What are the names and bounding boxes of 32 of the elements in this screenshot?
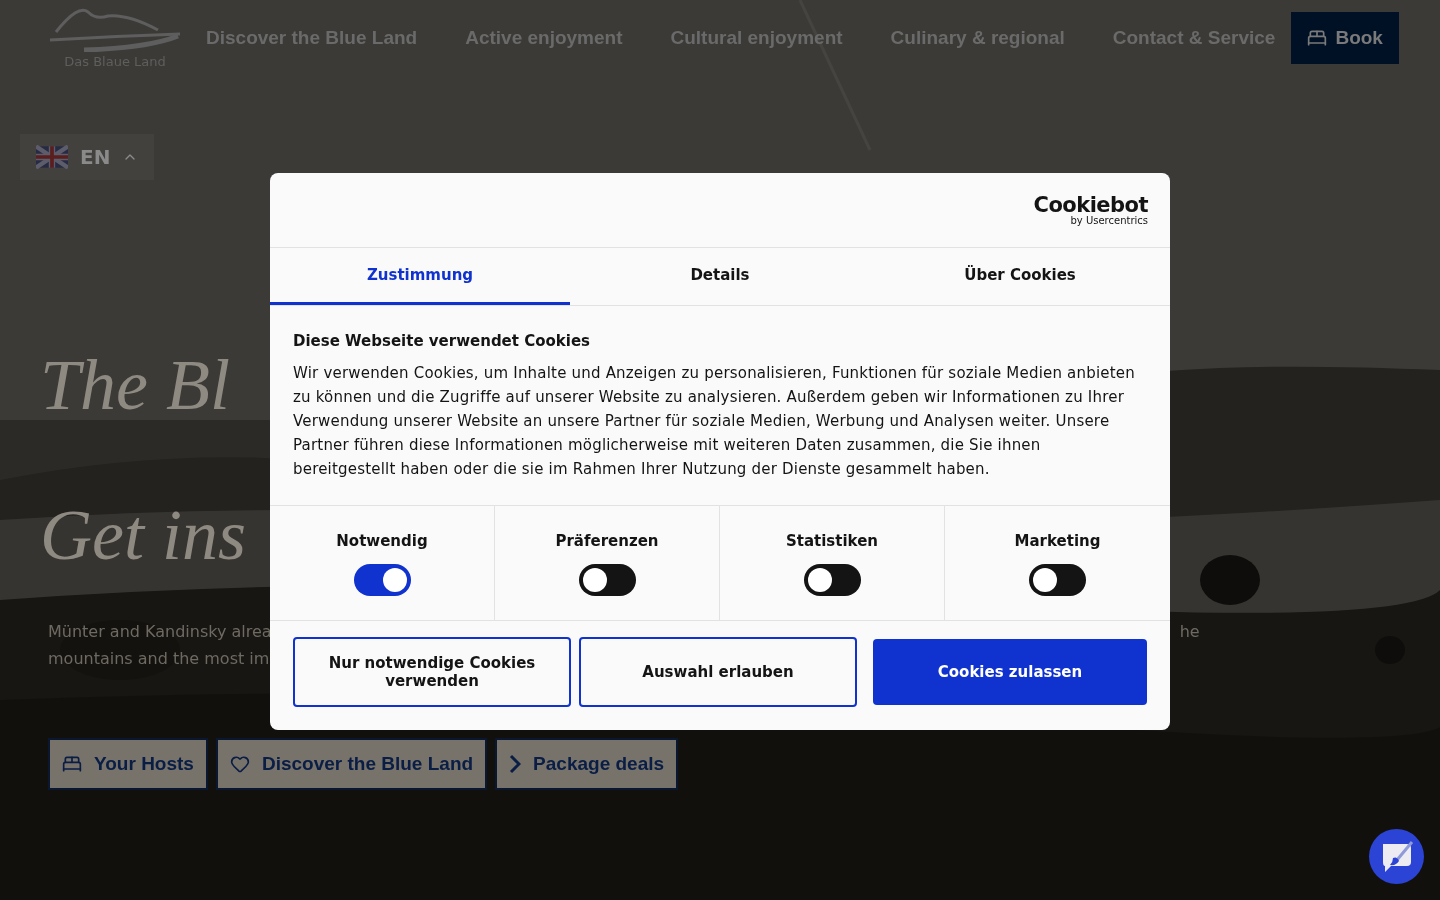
category-toggle[interactable] [578, 564, 636, 596]
hero-text: Münter and Kandinsky alrea [48, 621, 272, 643]
dialog-tab[interactable]: Zustimmung [270, 248, 570, 305]
book-button[interactable]: Book [1291, 12, 1399, 64]
hero-text: he [1179, 621, 1200, 643]
dialog-body: Wir verwenden Cookies, um Inhalte und Anzeigen zu personalisieren, Funktionen für soziale Medien anbieten zu können und die Zugriffe auf unserer Website zu analysieren. Außerdem geben wir Informationen zu Ihrer Verwendung unserer Website an unsere Partner für soziale Medien, Werbung und Analysen weiter. Unsere Partner führen diese Informationen möglicherweise mit weiteren Daten zusammen, die Sie ihnen bereitgestellt haben oder die sie im Rahmen Ihrer Nutzung der Dienste gesammelt haben. [293, 362, 1136, 480]
hero-button[interactable]: Discover the Blue Land [215, 738, 488, 790]
category-label: Präferenzen [555, 530, 659, 552]
category-toggle[interactable] [1029, 564, 1086, 596]
consent-button[interactable]: Cookies zulassen [873, 639, 1147, 705]
brand-logo: Cookiebot by Usercentrics [1033, 194, 1148, 226]
chevron-right-icon [509, 754, 522, 774]
category-label: Notwendig [336, 530, 428, 552]
hero-text: mountains and the most im [48, 648, 271, 670]
consent-button[interactable]: Nur notwendige Cookies verwenden [293, 637, 571, 707]
dialog-tab[interactable]: Über Cookies [870, 248, 1170, 305]
language-selector[interactable]: EN [20, 134, 155, 180]
hero-title: Get ins [40, 494, 246, 577]
hero-button[interactable]: Your Hosts [48, 738, 208, 790]
dialog-heading: Diese Webseite verwendet Cookies [293, 331, 592, 352]
dialog-tab[interactable]: Details [570, 248, 870, 305]
uk-flag-icon [36, 145, 68, 169]
heart-icon [229, 754, 250, 774]
category-label: Marketing [1014, 530, 1101, 552]
category-toggle[interactable] [803, 564, 861, 596]
hero-title: The Bl [40, 344, 230, 427]
category-label: Statistiken [785, 530, 879, 552]
bed-icon [62, 754, 82, 774]
hero-button[interactable]: Package deals [495, 738, 679, 790]
consent-button[interactable]: Auswahl erlauben [579, 637, 857, 707]
bed-icon [1307, 28, 1328, 48]
category-toggle[interactable] [353, 564, 411, 596]
